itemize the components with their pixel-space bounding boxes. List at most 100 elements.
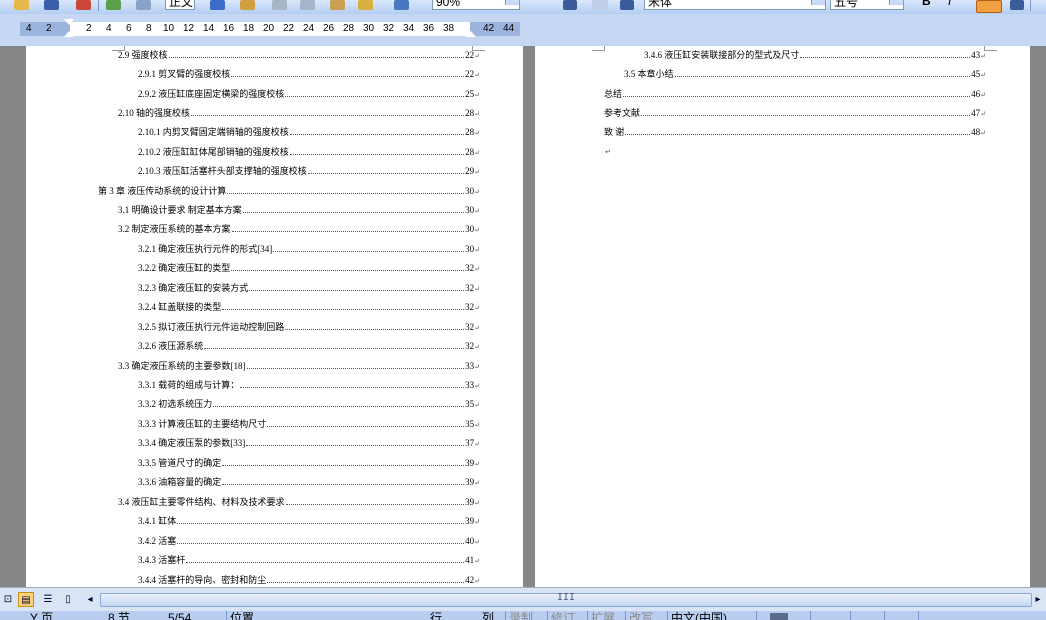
- save-icon[interactable]: [44, 0, 59, 10]
- toc-entry[interactable]: 2.9 强度校核 22 ↵: [118, 48, 480, 66]
- research-icon[interactable]: [240, 0, 255, 10]
- toc-entry-title: 3.2 制定液压系统的基本方案: [118, 224, 231, 234]
- toc-entry[interactable]: 3.4.2 活塞 40 ↵: [138, 534, 480, 552]
- left-indent-icon[interactable]: [64, 31, 74, 37]
- right-indent-icon[interactable]: [466, 31, 476, 37]
- horizontal-ruler[interactable]: 4 2 2 4 6 8 10 12 14 16 18 20 22 24 26 2…: [0, 14, 1046, 46]
- font-box[interactable]: 宋体: [644, 0, 826, 10]
- toc-leader: [285, 88, 465, 97]
- paragraph-mark: ↵: [474, 499, 480, 507]
- copy-icon[interactable]: [300, 0, 315, 10]
- toc-entry[interactable]: 3.3.3 计算液压缸的主要结构尺寸 35 ↵: [138, 417, 480, 435]
- scroll-left-icon[interactable]: ◂: [82, 592, 98, 607]
- toc-entry[interactable]: 3.3.6 油箱容量的确定 39 ↵: [138, 475, 480, 493]
- toc-entry-page: 28: [465, 108, 475, 118]
- toc-entry[interactable]: 3.4.4 活塞杆的导向、密封和防尘 42 ↵: [138, 573, 480, 587]
- toc-entry[interactable]: 3.4.1 缸体 39 ↵: [138, 514, 480, 532]
- toc-entry[interactable]: 第 3 章 液压传动系统的设计计算 30 ↵: [98, 184, 480, 202]
- status-record[interactable]: 录制: [509, 611, 533, 620]
- toc-entry[interactable]: 3.3.5 管道尺寸的确定 39 ↵: [138, 456, 480, 474]
- align-left-icon[interactable]: [976, 0, 1002, 13]
- toc-entry[interactable]: 3.3.4 确定液压泵的参数[33] 37 ↵: [138, 436, 480, 454]
- ruler-tick: 8: [146, 23, 152, 34]
- format-painter-icon[interactable]: [358, 0, 373, 10]
- ruler-tick: 36: [423, 23, 435, 34]
- toc-entry[interactable]: 2.10 轴的强度校核 28 ↵: [118, 106, 480, 124]
- email-icon[interactable]: [106, 0, 121, 10]
- paragraph-mark: ↵: [474, 71, 480, 79]
- size-box[interactable]: 五号: [830, 0, 904, 10]
- toc-entry[interactable]: 2.10.3 液压缸活塞杆头部支撑轴的强度校核 29 ↵: [138, 164, 480, 182]
- toc-entry[interactable]: 2.10.1 内剪叉臂固定端销轴的强度校核 28 ↵: [138, 125, 480, 143]
- toc-entry[interactable]: 3.3.1 载荷的组成与计算： 33 ↵: [138, 378, 480, 396]
- toc-entry[interactable]: 3.2.6 液压源系统 32 ↵: [138, 339, 480, 357]
- zoom-dropdown-icon[interactable]: [505, 0, 519, 5]
- status-track-changes[interactable]: 修订: [551, 611, 575, 620]
- italic-button[interactable]: I: [948, 0, 951, 8]
- bold-button[interactable]: B: [922, 0, 931, 8]
- scroll-right-icon[interactable]: ▸: [1030, 592, 1046, 607]
- toc-entry[interactable]: 3.2.4 缸盖联接的类型 32 ↵: [138, 300, 480, 318]
- insert-icon[interactable]: [592, 0, 608, 10]
- toc-entry[interactable]: 3.2.2 确定液压缸的类型 32 ↵: [138, 261, 480, 279]
- paste-icon[interactable]: [330, 0, 345, 10]
- size-dropdown-icon[interactable]: [889, 0, 903, 5]
- toc-entry[interactable]: 3.5 本章小结 45 ↵: [624, 67, 986, 85]
- toc-entry-title: 3.4.6 液压缸安装联接部分的型式及尺寸: [644, 50, 800, 60]
- toc-entry[interactable]: 总结 46 ↵: [604, 87, 986, 105]
- toc-entry[interactable]: 2.9.1 剪叉臂的强度校核 22 ↵: [138, 67, 480, 85]
- toc-entry[interactable]: 参考文献 47 ↵: [604, 106, 986, 124]
- toc-entry[interactable]: 3.2.5 拟订液压执行元件运动控制回路 32 ↵: [138, 320, 480, 338]
- style-box[interactable]: 正文: [165, 0, 195, 10]
- toc-entry[interactable]: 3.3.2 初选系统压力 35 ↵: [138, 397, 480, 415]
- spelling-status-icon[interactable]: [770, 613, 788, 620]
- open-icon[interactable]: [14, 0, 29, 10]
- normal-view-icon[interactable]: ⊡: [0, 592, 16, 607]
- toc-entry[interactable]: 3.2.3 确定液压缸的安装方式 32 ↵: [138, 281, 480, 299]
- formatting-toolbar: 正文 90% 宋体 五号 B I: [0, 0, 1046, 15]
- status-extend[interactable]: 扩展: [591, 611, 615, 620]
- toc-leader: [231, 262, 465, 271]
- toc-entry-title: 2.10 轴的强度校核: [118, 108, 191, 118]
- toc-entry-title: 3.5 本章小结: [624, 69, 674, 79]
- toc-entry[interactable]: 3.1 明确设计要求 制定基本方案 30 ↵: [118, 203, 480, 221]
- status-overtype[interactable]: 改写: [629, 611, 653, 620]
- toc-entry-title: 3.2.2 确定液压缸的类型: [138, 263, 231, 273]
- styles-dropdown-icon[interactable]: [620, 0, 634, 10]
- status-language[interactable]: 中文(中国): [671, 611, 727, 620]
- document-page-right[interactable]: 3.4.6 液压缸安装联接部分的型式及尺寸 43 ↵ 3.5 本章小结 45 ↵ 总结 4…: [535, 46, 1030, 587]
- print-icon[interactable]: [136, 0, 151, 10]
- toc-entry[interactable]: 3.2.1 确定液压执行元件的形式[34] 30 ↵: [138, 242, 480, 260]
- toc-entry-page: 39: [465, 516, 475, 526]
- toolbar-separator: [98, 0, 99, 11]
- reading-layout-view-icon[interactable]: ▯: [60, 592, 76, 607]
- first-line-indent-icon[interactable]: [64, 19, 74, 25]
- horizontal-scroll-thumb[interactable]: III: [100, 592, 1032, 607]
- cut-icon[interactable]: [272, 0, 287, 10]
- toc-entry[interactable]: 2.10.2 液压缸缸体尾部销轴的强度校核 28 ↵: [138, 145, 480, 163]
- highlight-dropdown-icon[interactable]: [563, 0, 577, 10]
- toc-entry[interactable]: 3.3 确定液压系统的主要参数[18] 33 ↵: [118, 359, 480, 377]
- align-dropdown-icon[interactable]: [1010, 0, 1024, 10]
- toc-leader: [186, 554, 465, 563]
- toc-entry-page: 33: [465, 380, 475, 390]
- toc-entry[interactable]: 3.4.3 活塞杆 41 ↵: [138, 553, 480, 571]
- ruler-tick: 2: [46, 23, 52, 34]
- font-dropdown-icon[interactable]: [811, 0, 825, 5]
- document-page-left[interactable]: 2.9 强度校核 22 ↵ 2.9.1 剪叉臂的强度校核 22 ↵ 2.9.2 液压缸底…: [26, 46, 523, 587]
- toc-entry[interactable]: 3.4.6 液压缸安装联接部分的型式及尺寸 43 ↵: [644, 48, 986, 66]
- toc-entry-title: 3.3.2 初选系统压力: [138, 399, 213, 409]
- permission-icon[interactable]: [76, 0, 91, 10]
- toc-leader: [285, 321, 465, 330]
- toc-entry[interactable]: 3.2 制定液压系统的基本方案 30 ↵: [118, 222, 480, 240]
- print-layout-view-icon[interactable]: ▤: [18, 592, 34, 607]
- status-page-count: 5/54: [168, 611, 192, 620]
- outline-view-icon[interactable]: ☰: [40, 592, 56, 607]
- toc-entry-page: 32: [465, 302, 475, 312]
- zoom-box[interactable]: 90%: [432, 0, 520, 10]
- toc-entry[interactable]: 致 谢 48 ↵: [604, 125, 986, 143]
- spelling-icon[interactable]: [210, 0, 225, 10]
- toc-entry[interactable]: 3.4 液压缸主要零件结构、材料及技术要求 39 ↵: [118, 495, 480, 513]
- toc-entry[interactable]: 2.9.2 液压缸底座固定横梁的强度校核 25 ↵: [138, 87, 480, 105]
- undo-icon[interactable]: [394, 0, 409, 10]
